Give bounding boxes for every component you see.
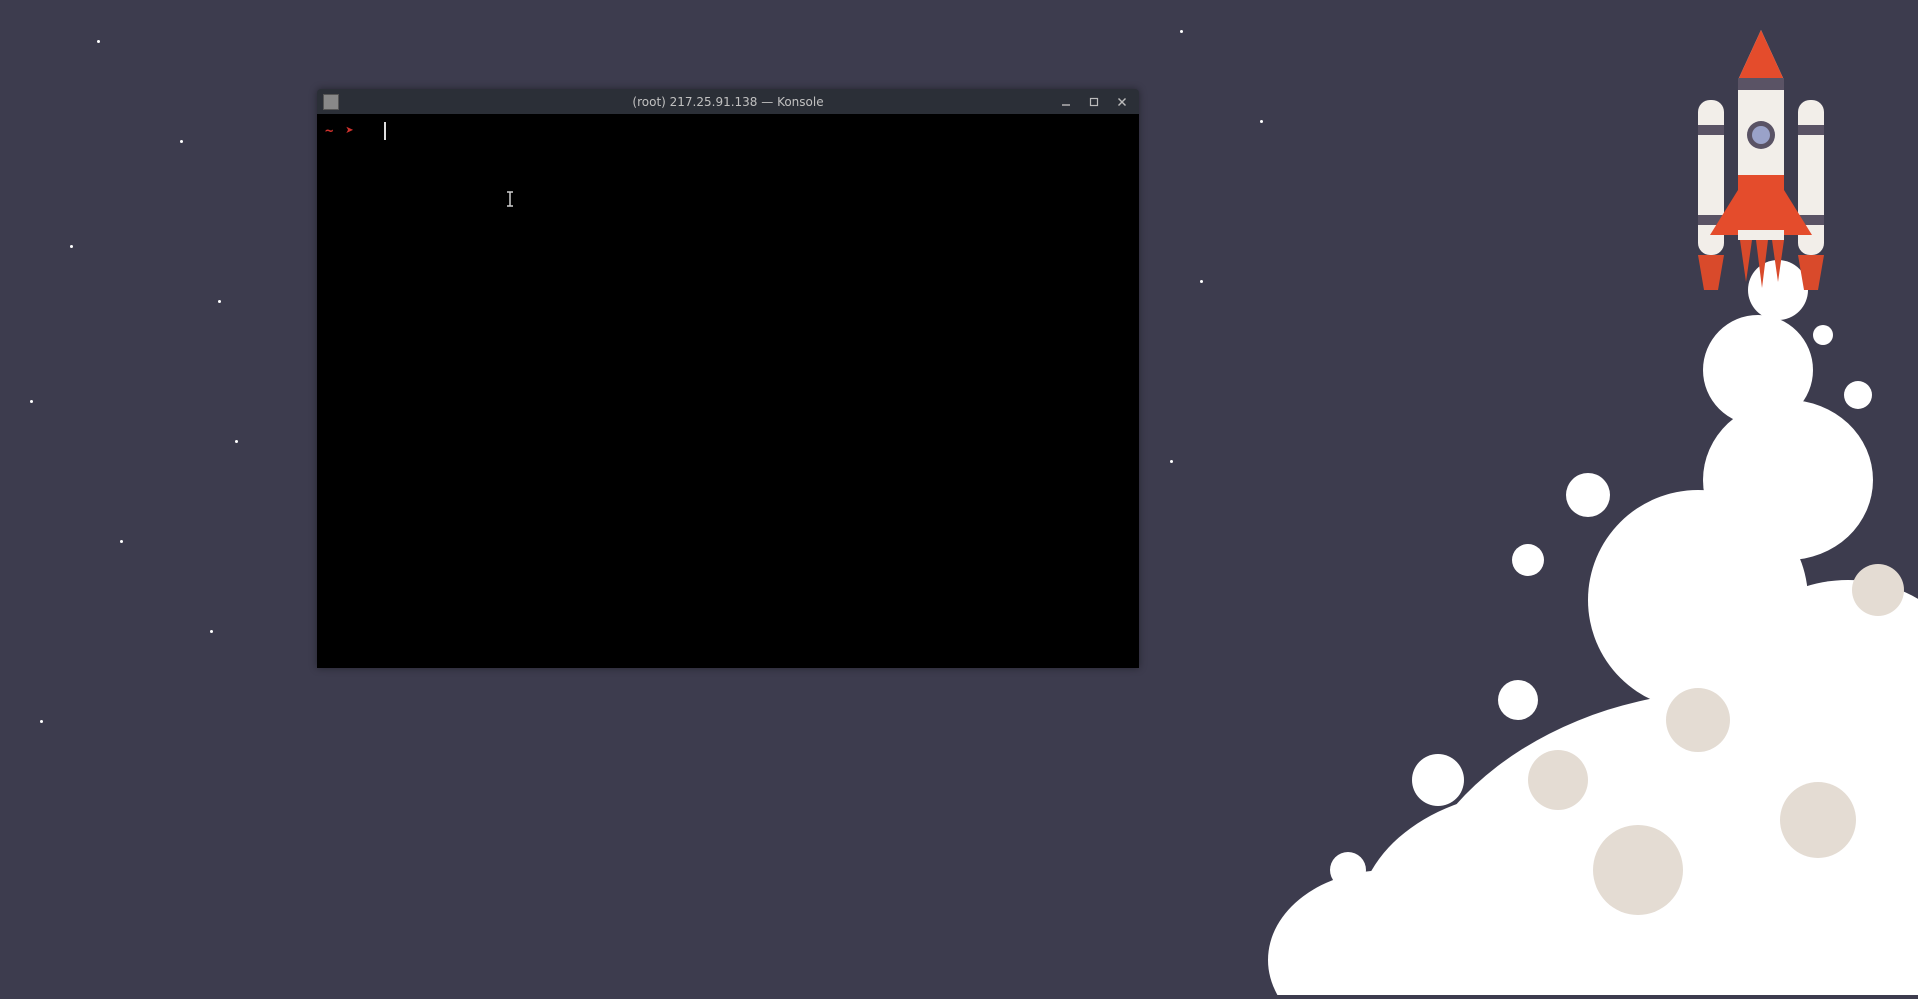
konsole-window[interactable]: (root) 217.25.91.138 — Konsole ~ ➤ (317, 89, 1139, 668)
star (1180, 30, 1183, 33)
terminal-body[interactable]: ~ ➤ (317, 114, 1139, 668)
star (70, 245, 73, 248)
prompt-line: ~ ➤ (325, 122, 1131, 140)
text-cursor (384, 122, 386, 140)
window-titlebar[interactable]: (root) 217.25.91.138 — Konsole (317, 89, 1139, 114)
star (1170, 460, 1173, 463)
prompt-cwd: ~ (325, 123, 333, 139)
star (120, 540, 123, 543)
star (97, 40, 100, 43)
wallpaper-rocket-illustration (1138, 0, 1918, 995)
prompt-arrow-icon: ➤ (345, 123, 353, 139)
star (210, 630, 213, 633)
star (1260, 120, 1263, 123)
star (235, 440, 238, 443)
star (180, 140, 183, 143)
window-title: (root) 217.25.91.138 — Konsole (317, 95, 1139, 109)
mouse-ibeam-cursor (506, 191, 514, 211)
star (40, 720, 43, 723)
star (30, 400, 33, 403)
star (218, 300, 221, 303)
star (1200, 280, 1203, 283)
